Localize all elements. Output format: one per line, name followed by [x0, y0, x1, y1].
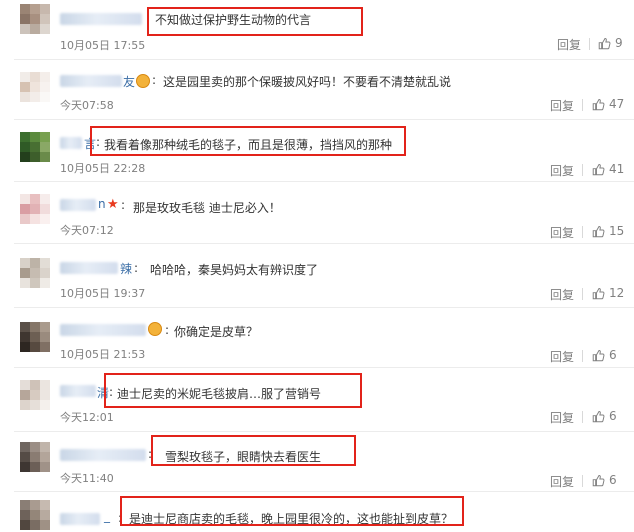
like-count: 15 — [609, 224, 625, 238]
colon: : — [121, 198, 126, 212]
comment-item: : 雪梨玫毯子，眼睛快去看医生 今天11:40 回复 6 — [0, 432, 634, 492]
thumbs-up-icon[interactable] — [592, 474, 605, 487]
divider — [582, 350, 583, 362]
comment-item: 言 : 我看着像那种绒毛的毯子，而且是很薄，挡挡风的那种 10月05日 22:2… — [0, 120, 634, 182]
reply-button[interactable]: 回复 — [550, 286, 574, 303]
divider — [582, 99, 583, 111]
thumbs-up-icon[interactable] — [592, 410, 605, 423]
colon: : — [165, 323, 170, 337]
avatar[interactable] — [20, 72, 50, 102]
comment-item: _ : 是迪士尼商店卖的毛毯，晚上园里很冷的，这也能扯到皮草？ — [0, 492, 634, 532]
timestamp: 10月05日 17:55 — [60, 39, 146, 52]
timestamp: 10月05日 19:37 — [60, 287, 146, 300]
divider — [582, 164, 583, 176]
username[interactable] — [60, 75, 122, 87]
username[interactable] — [60, 137, 82, 149]
highlight-box — [151, 435, 356, 466]
reply-button[interactable]: 回复 — [550, 409, 574, 426]
divider — [582, 288, 583, 300]
medal-icon — [136, 74, 150, 88]
like-count: 9 — [615, 36, 623, 50]
colon: : — [152, 73, 157, 87]
comment-text: 这是园里卖的那个保暖披风好吗！不要看不清楚就乱说 — [163, 75, 452, 89]
comment-item: : 不知做过保护野生动物的代言 10月05日 17:55 回复 9 — [0, 0, 634, 60]
reply-button[interactable]: 回复 — [550, 224, 574, 241]
username[interactable] — [60, 262, 118, 274]
comment-item: n ★ : 那是玫玫毛毯 迪士尼必入！ 今天07:12 回复 15 — [0, 182, 634, 244]
thumbs-up-icon[interactable] — [592, 163, 605, 176]
divider — [589, 38, 590, 50]
username[interactable] — [60, 199, 96, 211]
avatar[interactable] — [20, 442, 50, 472]
star-icon: ★ — [107, 197, 119, 212]
colon: : — [134, 261, 139, 275]
divider — [582, 411, 583, 423]
timestamp: 今天07:12 — [60, 224, 114, 237]
username-suffix[interactable]: 辣 — [120, 260, 132, 277]
username[interactable] — [60, 324, 146, 336]
thumbs-up-icon[interactable] — [598, 37, 611, 50]
username[interactable] — [60, 385, 96, 397]
username-suffix[interactable]: 友 — [123, 73, 135, 90]
comment-item: 友 : 这是园里卖的那个保暖披风好吗！不要看不清楚就乱说 今天07:58 回复 … — [0, 60, 634, 120]
avatar[interactable] — [20, 380, 50, 410]
avatar[interactable] — [20, 322, 50, 352]
username[interactable] — [60, 13, 142, 25]
highlight-box — [90, 126, 406, 156]
highlight-box — [104, 373, 362, 408]
avatar[interactable] — [20, 4, 50, 34]
timestamp: 今天12:01 — [60, 411, 114, 424]
thumbs-up-icon[interactable] — [592, 287, 605, 300]
comment-item: : 你确定是皮草？ 10月05日 21:53 回复 6 — [0, 308, 634, 368]
username[interactable] — [60, 513, 100, 525]
highlight-box — [147, 7, 363, 36]
divider — [582, 475, 583, 487]
username[interactable] — [60, 449, 146, 461]
avatar[interactable] — [20, 132, 50, 162]
avatar[interactable] — [20, 258, 50, 288]
comment-item: 辣 : 哈哈哈，秦昊妈妈太有辨识度了 10月05日 19:37 回复 12 — [0, 244, 634, 308]
medal-icon — [148, 322, 162, 336]
thumbs-up-icon[interactable] — [592, 225, 605, 238]
comment-text: 哈哈哈，秦昊妈妈太有辨识度了 — [150, 263, 319, 277]
reply-button[interactable]: 回复 — [550, 473, 574, 490]
timestamp: 10月05日 21:53 — [60, 348, 146, 361]
reply-button[interactable]: 回复 — [550, 162, 574, 179]
highlight-box — [120, 496, 464, 526]
comment-text: 你确定是皮草？ — [174, 325, 259, 339]
avatar[interactable] — [20, 500, 50, 530]
divider — [582, 226, 583, 238]
reply-button[interactable]: 回复 — [550, 97, 574, 114]
thumbs-up-icon[interactable] — [592, 98, 605, 111]
avatar[interactable] — [20, 194, 50, 224]
like-count: 12 — [609, 286, 625, 300]
timestamp: 今天11:40 — [60, 472, 114, 485]
thumbs-up-icon[interactable] — [592, 349, 605, 362]
comment-item: 清 : 迪士尼卖的米妮毛毯披肩…服了营销号 今天12:01 回复 6 — [0, 368, 634, 432]
like-count: 41 — [609, 162, 625, 176]
reply-button[interactable]: 回复 — [550, 348, 574, 365]
like-count: 47 — [609, 97, 625, 111]
reply-button[interactable]: 回复 — [557, 36, 581, 53]
like-count: 6 — [609, 348, 617, 362]
timestamp: 10月05日 22:28 — [60, 162, 146, 175]
like-count: 6 — [609, 409, 617, 423]
username-suffix[interactable]: n — [98, 197, 106, 211]
username-suffix[interactable]: _ — [104, 509, 110, 523]
comment-text: 那是玫玫毛毯 迪士尼必入！ — [133, 201, 281, 215]
like-count: 6 — [609, 473, 617, 487]
timestamp: 今天07:58 — [60, 99, 114, 112]
